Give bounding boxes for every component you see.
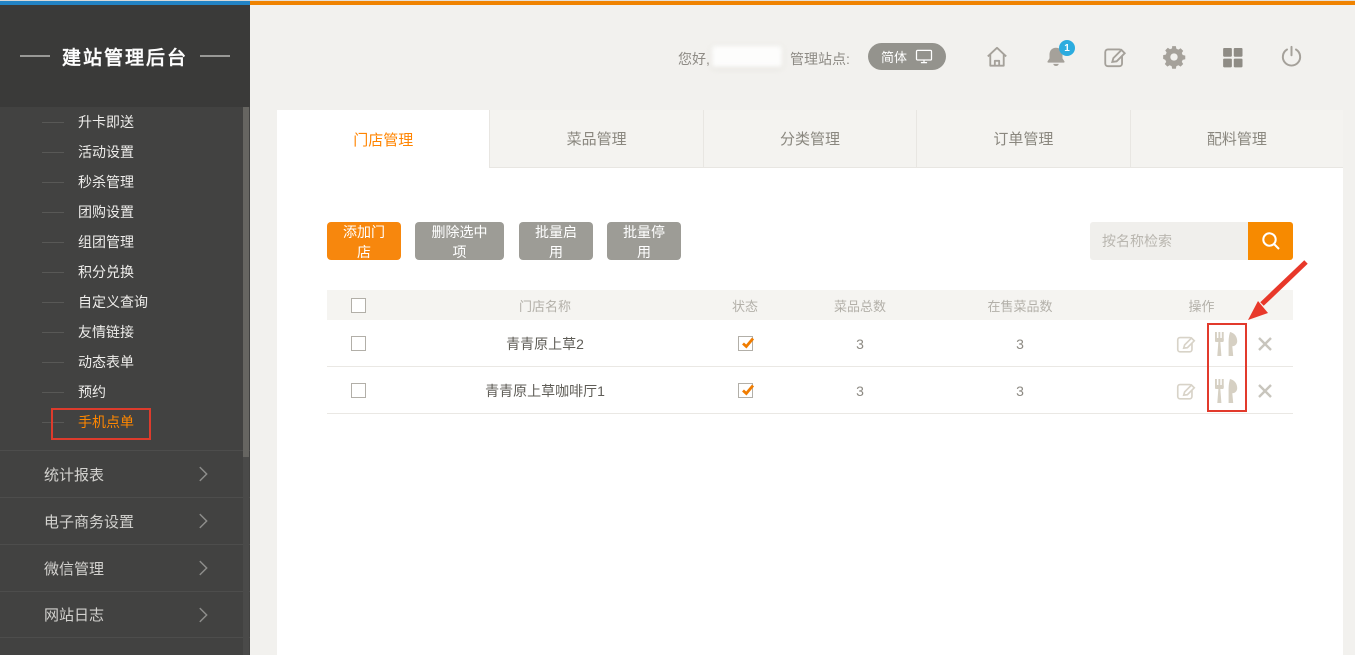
app-title-text: 建站管理后台 (62, 43, 188, 70)
title-decor-line (200, 55, 230, 57)
onsale-dishes: 3 (930, 336, 1110, 352)
batch-enable-button[interactable]: 批量启用 (519, 222, 593, 260)
search-icon (1259, 229, 1283, 253)
monitor-icon (915, 49, 933, 64)
tab-order-management[interactable]: 订单管理 (916, 110, 1129, 168)
add-store-button[interactable]: 添加门店 (327, 222, 401, 260)
total-dishes: 3 (790, 383, 930, 399)
delete-x-icon[interactable] (1256, 382, 1274, 400)
row-checkbox[interactable] (351, 383, 366, 398)
store-name: 青青原上草2 (390, 334, 700, 354)
sidebar-item-dynamic-form[interactable]: 动态表单 (0, 347, 250, 377)
col-header-ops: 操作 (1110, 296, 1293, 315)
col-header-total: 菜品总数 (790, 296, 930, 315)
tab-bar: 门店管理 菜品管理 分类管理 订单管理 配料管理 (277, 110, 1343, 168)
status-checkbox-checked[interactable] (738, 336, 753, 351)
notification-badge: 1 (1059, 40, 1075, 56)
sidebar-scrollbar-thumb[interactable] (243, 107, 249, 457)
gear-icon[interactable] (1161, 44, 1187, 70)
sidebar-section-statistics[interactable]: 统计报表 (0, 450, 250, 497)
sidebar-section-site-log[interactable]: 网站日志 (0, 591, 250, 638)
sidebar-item-card-gift[interactable]: 升卡即送 (0, 107, 250, 137)
home-icon[interactable] (984, 44, 1010, 70)
total-dishes: 3 (790, 336, 930, 352)
site-label: 管理站点: (790, 49, 850, 69)
check-icon (740, 382, 756, 398)
tab-store-management[interactable]: 门店管理 (277, 110, 489, 168)
sidebar-item-flash-sale[interactable]: 秒杀管理 (0, 167, 250, 197)
search-button[interactable] (1248, 222, 1293, 260)
title-decor-line (20, 55, 50, 57)
sidebar-section-ecommerce[interactable]: 电子商务设置 (0, 497, 250, 544)
section-label: 微信管理 (44, 558, 104, 579)
tab-ingredient-management[interactable]: 配料管理 (1130, 110, 1343, 168)
store-name: 青青原上草咖啡厅1 (390, 381, 700, 401)
grid-icon[interactable] (1220, 44, 1246, 70)
batch-disable-button[interactable]: 批量停用 (607, 222, 681, 260)
admin-dashboard: 建站管理后台 升卡即送 活动设置 秒杀管理 团购设置 组团管理 积分兑换 自定义… (0, 0, 1355, 655)
status-checkbox-checked[interactable] (738, 383, 753, 398)
sidebar-item-activity[interactable]: 活动设置 (0, 137, 250, 167)
chevron-right-icon (192, 557, 214, 579)
col-header-name: 门店名称 (390, 296, 700, 315)
sidebar-item-group-buy[interactable]: 团购设置 (0, 197, 250, 227)
row-checkbox[interactable] (351, 336, 366, 351)
tab-dish-management[interactable]: 菜品管理 (489, 110, 702, 168)
sidebar-item-custom-query[interactable]: 自定义查询 (0, 287, 250, 317)
edit-icon[interactable] (1175, 380, 1197, 402)
sidebar-item-group-manage[interactable]: 组团管理 (0, 227, 250, 257)
chevron-right-icon (192, 463, 214, 485)
col-header-onsale: 在售菜品数 (930, 296, 1110, 315)
sidebar-menu: 升卡即送 活动设置 秒杀管理 团购设置 组团管理 积分兑换 自定义查询 友情链接… (0, 107, 250, 437)
sidebar-section-wechat[interactable]: 微信管理 (0, 544, 250, 591)
language-pill-button[interactable]: 简体 (868, 43, 946, 70)
sidebar-item-links[interactable]: 友情链接 (0, 317, 250, 347)
user-name-redacted (712, 46, 782, 67)
section-label: 网站日志 (44, 604, 104, 625)
col-header-status: 状态 (700, 296, 790, 315)
sidebar-item-booking[interactable]: 预约 (0, 377, 250, 407)
section-label: 统计报表 (44, 464, 104, 485)
app-title: 建站管理后台 (0, 5, 250, 107)
chevron-right-icon (192, 604, 214, 626)
delete-x-icon[interactable] (1256, 335, 1274, 353)
compose-icon[interactable] (1102, 44, 1128, 70)
sidebar-item-mobile-order[interactable]: 手机点单 (0, 407, 250, 437)
section-label: 电子商务设置 (44, 511, 134, 532)
fork-knife-icon[interactable] (1211, 330, 1241, 357)
main-top-accent-bar (250, 0, 1355, 5)
sidebar-sections: 统计报表 电子商务设置 微信管理 网站日志 (0, 450, 250, 638)
sidebar-item-points[interactable]: 积分兑换 (0, 257, 250, 287)
chevron-right-icon (192, 510, 214, 532)
sidebar: 建站管理后台 升卡即送 活动设置 秒杀管理 团购设置 组团管理 积分兑换 自定义… (0, 5, 250, 655)
fork-knife-icon[interactable] (1211, 377, 1241, 404)
search-input[interactable] (1090, 222, 1248, 260)
table-header: 门店名称 状态 菜品总数 在售菜品数 操作 (327, 290, 1293, 320)
language-pill-label: 简体 (881, 47, 907, 66)
table-row: 青青原上草2 3 3 (327, 320, 1293, 367)
sidebar-scrollbar[interactable] (243, 107, 249, 655)
onsale-dishes: 3 (930, 383, 1110, 399)
tab-category-management[interactable]: 分类管理 (703, 110, 916, 168)
check-icon (740, 335, 756, 351)
delete-selected-button[interactable]: 删除选中项 (415, 222, 504, 260)
greeting-text: 您好, (678, 49, 710, 69)
power-icon[interactable] (1279, 44, 1305, 70)
edit-icon[interactable] (1175, 333, 1197, 355)
select-all-checkbox[interactable] (351, 298, 366, 313)
table-row: 青青原上草咖啡厅1 3 3 (327, 367, 1293, 414)
